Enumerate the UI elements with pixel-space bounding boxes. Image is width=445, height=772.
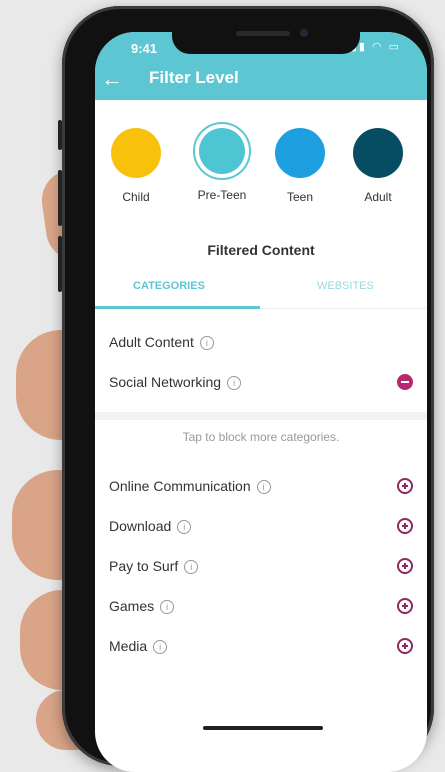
notch	[172, 22, 360, 54]
category-label: Pay to Surf i	[109, 558, 199, 575]
add-category-button[interactable]	[397, 478, 413, 494]
camera-icon	[300, 29, 308, 37]
level-dot	[353, 128, 403, 178]
info-icon[interactable]: i	[227, 376, 242, 391]
level-teen[interactable]: Teen	[265, 122, 335, 204]
filtered-content-title: Filtered Content	[207, 242, 315, 258]
level-dot	[275, 128, 325, 178]
add-category-button[interactable]	[397, 638, 413, 654]
level-label: Adult	[364, 190, 392, 204]
info-icon[interactable]: i	[184, 560, 199, 575]
level-label: Teen	[286, 190, 314, 204]
side-button	[58, 236, 62, 292]
add-category-button[interactable]	[397, 558, 413, 574]
info-icon[interactable]: i	[160, 600, 175, 615]
remove-category-button[interactable]	[397, 374, 413, 390]
category-label: Adult Content i	[109, 334, 214, 351]
level-dot	[199, 128, 245, 174]
selected-ring	[193, 122, 251, 180]
filter-level-selector: Child Pre-Teen Teen Adult	[95, 122, 427, 212]
level-pre-teen[interactable]: Pre-Teen	[187, 122, 257, 202]
side-button	[58, 170, 62, 226]
available-category-row: Media i	[95, 632, 427, 662]
info-icon[interactable]: i	[199, 336, 214, 351]
info-icon[interactable]: i	[153, 640, 168, 655]
section-divider	[95, 412, 427, 420]
category-label: Social Networking i	[109, 374, 242, 391]
side-button	[58, 120, 62, 150]
back-arrow-icon[interactable]: ←	[101, 66, 123, 92]
level-label: Pre-Teen	[197, 188, 247, 202]
active-tab-indicator	[95, 306, 260, 309]
add-category-button[interactable]	[397, 598, 413, 614]
available-category-row: Pay to Surf i	[95, 552, 427, 582]
level-adult[interactable]: Adult	[343, 122, 413, 204]
block-more-hint: Tap to block more categories.	[182, 430, 340, 444]
category-label: Online Communication i	[109, 478, 271, 495]
available-category-row: Online Communication i	[95, 472, 427, 502]
level-label: Child	[122, 190, 150, 204]
info-icon[interactable]: i	[256, 480, 271, 495]
level-child[interactable]: Child	[101, 122, 171, 204]
speaker	[236, 31, 290, 36]
blocked-category-row: Social Networking i	[95, 368, 427, 398]
category-label: Download i	[109, 518, 192, 535]
screen: 9:41 ▮▮▮ ◠ ▭ ← Filter Level Child Pre-Te…	[95, 32, 427, 772]
status-time: 9:41	[131, 41, 158, 56]
tab-bar: CATEGORIES WEBSITES	[95, 280, 427, 309]
home-indicator[interactable]	[203, 726, 323, 730]
category-label: Games i	[109, 598, 175, 615]
blocked-category-row: Adult Content i	[95, 328, 427, 358]
tab-categories[interactable]: CATEGORIES	[133, 280, 205, 292]
level-dot	[111, 128, 161, 178]
page-title: Filter Level	[149, 68, 239, 87]
info-icon[interactable]: i	[177, 520, 192, 535]
tab-websites[interactable]: WEBSITES	[317, 280, 374, 292]
available-category-row: Download i	[95, 512, 427, 542]
category-label: Media i	[109, 638, 168, 655]
add-category-button[interactable]	[397, 518, 413, 534]
available-category-row: Games i	[95, 592, 427, 622]
